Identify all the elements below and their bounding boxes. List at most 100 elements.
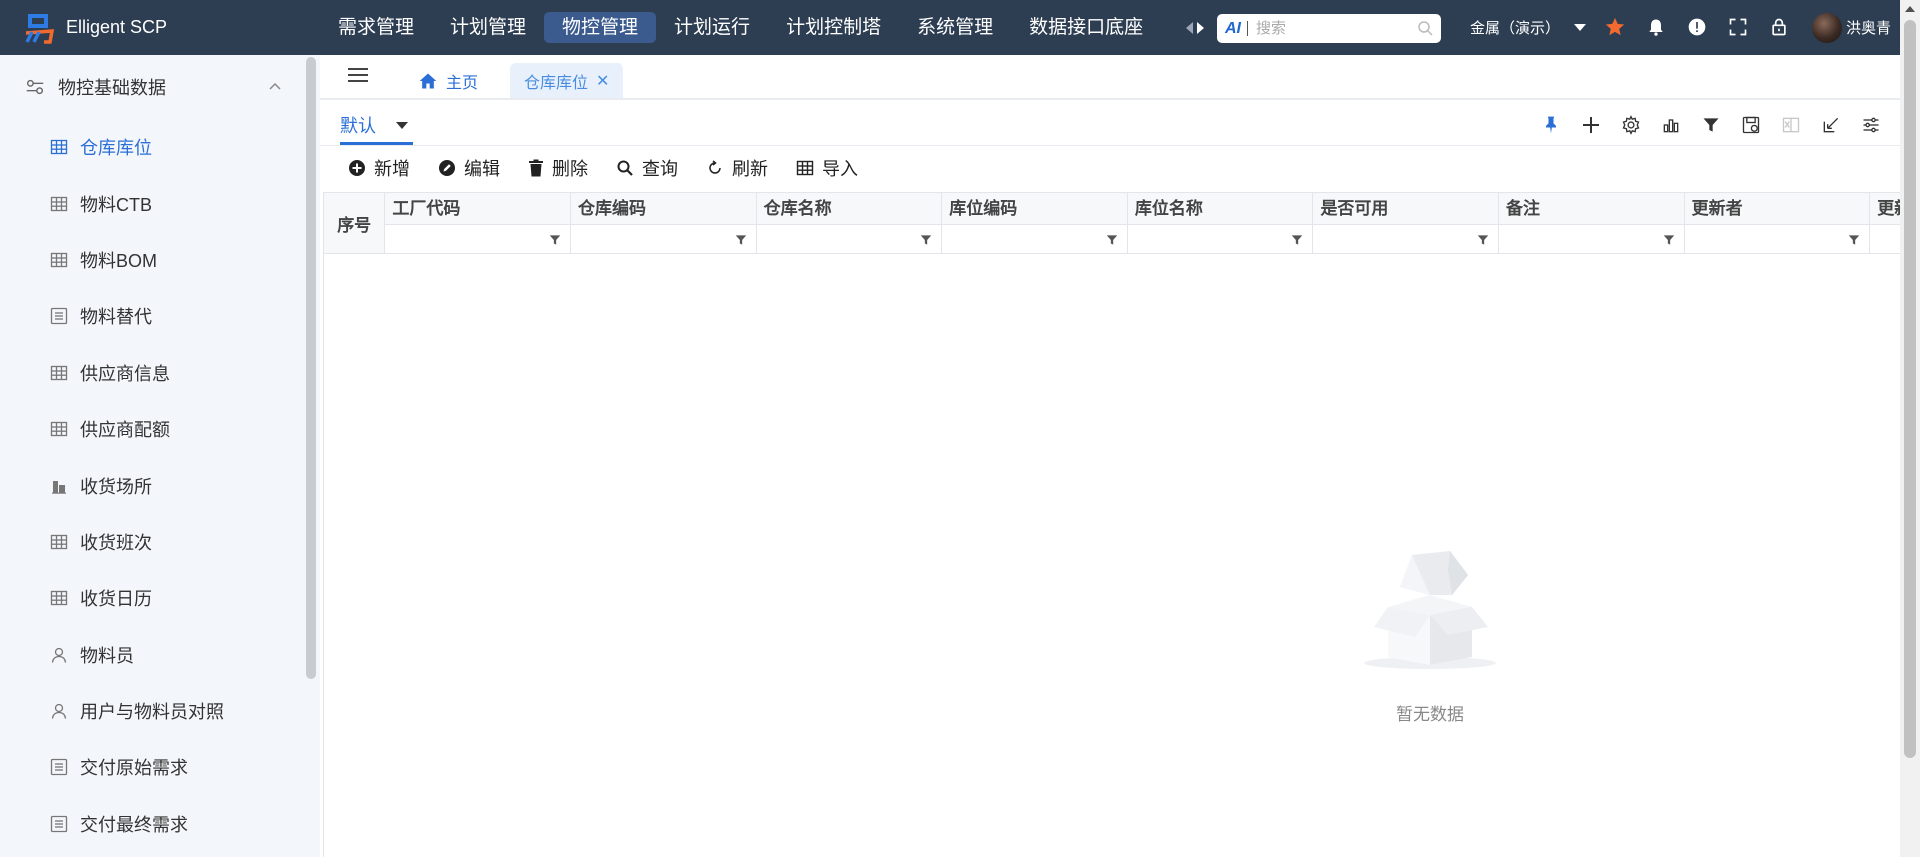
sidebar-item-final-demand[interactable]: 交付最终需求 <box>0 796 320 852</box>
refresh-button[interactable]: 刷新 <box>706 155 768 181</box>
add-button[interactable]: 新增 <box>348 155 410 181</box>
favorite-star-icon[interactable] <box>1602 14 1628 40</box>
filter-icon[interactable] <box>1290 233 1304 247</box>
chevron-down-icon <box>396 121 408 129</box>
chart-view-icon[interactable] <box>1658 112 1684 138</box>
sidebar-item-material-clerk[interactable]: 物料员 <box>0 627 320 683</box>
sidebar-item-material-bom[interactable]: 物料BOM <box>0 232 320 288</box>
add-label: 新增 <box>374 159 410 179</box>
save-view-icon[interactable] <box>1738 112 1764 138</box>
column-header[interactable]: 仓库编码 <box>571 193 756 224</box>
filter-icon[interactable] <box>734 233 748 247</box>
lock-icon[interactable] <box>1766 14 1792 40</box>
search-input[interactable] <box>1256 20 1406 37</box>
nav-item-control-tower[interactable]: 计划控制塔 <box>768 12 899 43</box>
filter-icon[interactable] <box>1662 233 1676 247</box>
page-scrollbar[interactable] <box>1900 0 1920 857</box>
notification-bell-icon[interactable] <box>1643 14 1669 40</box>
sidebar-item-supplier-info[interactable]: 供应商信息 <box>0 345 320 401</box>
settings-gear-icon[interactable] <box>1618 112 1644 138</box>
column-filter-cell[interactable] <box>1313 224 1499 253</box>
sidebar-scrollbar[interactable] <box>306 57 316 679</box>
tab-warehouse-location[interactable]: 仓库库位 ✕ <box>510 63 624 98</box>
edit-layout-icon[interactable] <box>1818 112 1844 138</box>
filter-icon[interactable] <box>919 233 933 247</box>
search-icon[interactable] <box>1417 20 1433 36</box>
filter-icon[interactable] <box>548 233 562 247</box>
column-header[interactable]: 仓库名称 <box>757 193 942 224</box>
delete-button[interactable]: 删除 <box>528 155 588 181</box>
list-icon <box>50 308 68 325</box>
close-icon[interactable]: ✕ <box>596 71 609 91</box>
sidebar-item-receiving-site[interactable]: 收货场所 <box>0 457 320 513</box>
nav-item-data-interface[interactable]: 数据接口底座 <box>1011 12 1161 43</box>
column-filter-cell[interactable] <box>1499 224 1684 253</box>
user-menu[interactable]: 洪奥青 <box>1812 0 1891 55</box>
sidebar-item-material-substitute[interactable]: 物料替代 <box>0 288 320 344</box>
import-button[interactable]: 导入 <box>796 155 858 181</box>
column-header[interactable]: 工厂代码 <box>385 193 570 224</box>
sidebar-item-label: 收货场所 <box>80 476 152 497</box>
nav-scroll-right-icon[interactable] <box>1197 21 1204 34</box>
menu-toggle-icon[interactable] <box>348 67 368 83</box>
sidebar-item-label: 仓库库位 <box>80 138 152 159</box>
table-icon <box>50 591 68 606</box>
pin-icon[interactable] <box>1538 112 1564 138</box>
chevron-up-icon[interactable] <box>268 81 282 91</box>
column-header[interactable]: 备注 <box>1499 193 1684 224</box>
add-view-icon[interactable] <box>1578 112 1604 138</box>
alert-info-icon[interactable] <box>1684 14 1710 40</box>
page-scrollbar-thumb[interactable] <box>1904 20 1916 758</box>
sidebar-item-supplier-quota[interactable]: 供应商配额 <box>0 401 320 457</box>
building-icon <box>52 480 66 494</box>
filter-icon[interactable] <box>1476 233 1490 247</box>
query-label: 查询 <box>642 159 678 179</box>
nav-item-system[interactable]: 系统管理 <box>899 12 1011 43</box>
nav-scroll-arrows <box>1180 0 1210 55</box>
tab-home[interactable]: 主页 <box>418 63 478 98</box>
fullscreen-icon[interactable] <box>1725 14 1751 40</box>
sidebar-group-material-base[interactable]: 物控基础数据 <box>0 55 320 119</box>
tenant-selector[interactable]: 金属（演示） <box>1470 0 1587 55</box>
column-settings-icon[interactable] <box>1858 112 1884 138</box>
ai-icon[interactable]: AI <box>1225 20 1241 38</box>
view-selector[interactable]: 默认 <box>340 112 408 138</box>
sidebar-item-receiving-shift[interactable]: 收货班次 <box>0 514 320 570</box>
sidebar-item-material-ctb[interactable]: 物料CTB <box>0 175 320 231</box>
sidebar-item-raw-demand[interactable]: 交付原始需求 <box>0 739 320 795</box>
column-header[interactable]: 库位编码 <box>942 193 1127 224</box>
column-filter-cell[interactable] <box>571 224 756 253</box>
sidebar-item-label: 物料CTB <box>80 194 152 215</box>
column-header[interactable]: 库位名称 <box>1128 193 1313 224</box>
column-filter-cell[interactable] <box>756 224 942 253</box>
column-filter-cell[interactable] <box>1684 224 1870 253</box>
column-header[interactable]: 更新者 <box>1685 193 1870 224</box>
nav-item-material-control[interactable]: 物控管理 <box>544 12 657 43</box>
refresh-icon <box>706 159 724 177</box>
column-header[interactable]: 是否可用 <box>1313 193 1498 224</box>
nav-item-plan-run[interactable]: 计划运行 <box>656 12 768 43</box>
nav-item-demand[interactable]: 需求管理 <box>320 12 432 43</box>
trash-icon <box>528 159 544 177</box>
scroll-up-icon[interactable] <box>1905 6 1915 12</box>
nav-item-plan[interactable]: 计划管理 <box>432 12 544 43</box>
query-button[interactable]: 查询 <box>616 155 678 181</box>
column-filter-cell[interactable] <box>385 224 570 253</box>
column-filter-cell[interactable] <box>1870 224 1900 253</box>
sidebar-item-warehouse-location[interactable]: 仓库库位 <box>0 119 320 175</box>
table-icon <box>50 140 68 155</box>
filter-icon[interactable] <box>1105 233 1119 247</box>
export-excel-icon[interactable] <box>1778 112 1804 138</box>
sidebar-item-user-clerk-map[interactable]: 用户与物料员对照 <box>0 683 320 739</box>
filter-icon[interactable] <box>1847 233 1861 247</box>
nav-scroll-left-icon[interactable] <box>1186 21 1193 34</box>
column-filter-cell[interactable] <box>942 224 1127 253</box>
column-header[interactable]: 更新时间 <box>1870 193 1900 224</box>
column-filter-cell[interactable] <box>1127 224 1313 253</box>
edit-button[interactable]: 编辑 <box>438 155 500 181</box>
filter-icon[interactable] <box>1698 112 1724 138</box>
sidebar-item-receiving-calendar[interactable]: 收货日历 <box>0 570 320 626</box>
tenant-label: 金属（演示） <box>1470 20 1561 37</box>
top-nav: 需求管理 计划管理 物控管理 计划运行 计划控制塔 系统管理 数据接口底座 扩展 <box>320 0 1210 55</box>
brand[interactable]: Elligent SCP <box>0 0 320 55</box>
